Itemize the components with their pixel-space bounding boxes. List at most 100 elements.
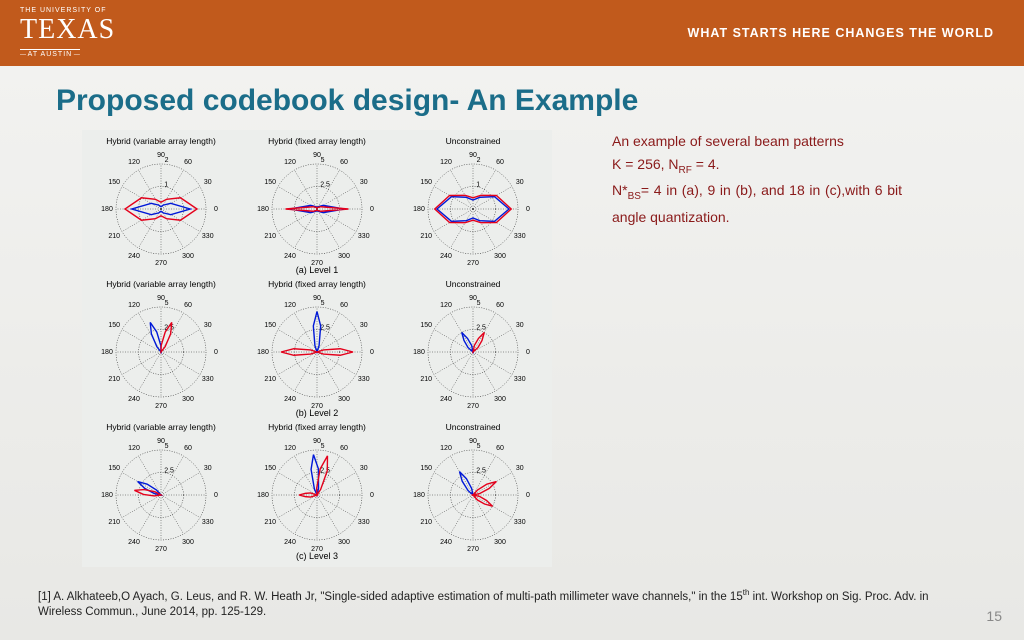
svg-text:0: 0: [370, 349, 374, 356]
svg-text:60: 60: [184, 445, 192, 452]
svg-text:210: 210: [264, 519, 276, 526]
ut-logo: THE UNIVERSITY OF TEXAS AT AUSTIN: [20, 7, 115, 60]
svg-text:150: 150: [420, 179, 432, 186]
svg-text:330: 330: [358, 519, 370, 526]
svg-text:30: 30: [516, 179, 524, 186]
svg-text:120: 120: [284, 159, 296, 166]
svg-text:270: 270: [155, 546, 167, 551]
svg-text:150: 150: [264, 322, 276, 329]
svg-text:150: 150: [108, 465, 120, 472]
note-l2sub: RF: [679, 165, 692, 176]
svg-text:270: 270: [467, 546, 479, 551]
svg-text:210: 210: [108, 233, 120, 240]
svg-text:120: 120: [440, 302, 452, 309]
figure-row: Hybrid (variable array length)3060901201…: [86, 279, 548, 408]
plot-title: Unconstrained: [398, 422, 548, 432]
svg-text:240: 240: [284, 253, 296, 260]
svg-text:30: 30: [516, 465, 524, 472]
svg-text:120: 120: [284, 445, 296, 452]
logo-line1: THE UNIVERSITY OF: [20, 7, 115, 14]
svg-text:180: 180: [413, 492, 425, 499]
plot-title: Hybrid (variable array length): [86, 136, 236, 146]
cite-pre: [1] A. Alkhateeb,O Ayach, G. Leus, and R…: [38, 591, 743, 603]
svg-text:2.5: 2.5: [164, 468, 174, 475]
svg-text:5: 5: [321, 157, 325, 164]
svg-text:330: 330: [514, 233, 526, 240]
svg-text:30: 30: [360, 465, 368, 472]
slide-header: THE UNIVERSITY OF TEXAS AT AUSTIN WHAT S…: [0, 0, 1024, 66]
svg-text:150: 150: [420, 465, 432, 472]
figure-row: Hybrid (variable array length)3060901201…: [86, 422, 548, 551]
svg-text:210: 210: [264, 376, 276, 383]
svg-text:120: 120: [128, 159, 140, 166]
svg-text:1: 1: [476, 182, 480, 189]
svg-text:5: 5: [165, 300, 169, 307]
svg-text:0: 0: [526, 492, 530, 499]
row-label: (c) Level 3: [86, 551, 548, 561]
svg-text:210: 210: [420, 376, 432, 383]
svg-text:60: 60: [340, 445, 348, 452]
note-l3sub: BS: [628, 191, 641, 202]
svg-text:330: 330: [358, 376, 370, 383]
citation: [1] A. Alkhateeb,O Ayach, G. Leus, and R…: [38, 588, 964, 620]
note-l2a: K = 256, N: [612, 156, 679, 172]
row-label: (a) Level 1: [86, 265, 548, 275]
svg-text:60: 60: [496, 302, 504, 309]
svg-text:2.5: 2.5: [476, 325, 486, 332]
polar-plot: Hybrid (fixed array length)3060901201501…: [242, 279, 392, 408]
svg-text:270: 270: [467, 260, 479, 265]
svg-text:240: 240: [128, 539, 140, 546]
svg-text:60: 60: [340, 159, 348, 166]
svg-text:120: 120: [440, 445, 452, 452]
svg-text:240: 240: [440, 253, 452, 260]
svg-text:300: 300: [338, 396, 350, 403]
polar-plot: Unconstrained306090120150180210240270300…: [398, 422, 548, 551]
svg-text:150: 150: [420, 322, 432, 329]
slide-title: Proposed codebook design- An Example: [56, 84, 1024, 118]
svg-text:180: 180: [413, 206, 425, 213]
plot-title: Unconstrained: [398, 279, 548, 289]
polar-plot: Hybrid (fixed array length)3060901201501…: [242, 136, 392, 265]
polar-plot: Hybrid (fixed array length)3060901201501…: [242, 422, 392, 551]
svg-text:30: 30: [204, 322, 212, 329]
svg-text:60: 60: [496, 159, 504, 166]
svg-text:210: 210: [108, 519, 120, 526]
svg-text:0: 0: [526, 349, 530, 356]
svg-text:240: 240: [128, 396, 140, 403]
plot-title: Hybrid (fixed array length): [242, 279, 392, 289]
svg-text:240: 240: [440, 396, 452, 403]
svg-text:150: 150: [108, 322, 120, 329]
note-l3b: = 4 in (a), 9 in (b), and 18 in (c),with…: [612, 182, 902, 224]
logo-line3: AT AUSTIN: [20, 49, 80, 58]
plot-title: Hybrid (fixed array length): [242, 136, 392, 146]
svg-text:5: 5: [321, 300, 325, 307]
svg-text:150: 150: [108, 179, 120, 186]
svg-text:120: 120: [128, 302, 140, 309]
svg-text:180: 180: [413, 349, 425, 356]
plot-title: Unconstrained: [398, 136, 548, 146]
page-number: 15: [986, 608, 1002, 624]
svg-text:210: 210: [264, 233, 276, 240]
svg-text:2.5: 2.5: [476, 468, 486, 475]
svg-text:30: 30: [204, 179, 212, 186]
logo-line2: TEXAS: [20, 16, 115, 44]
svg-text:240: 240: [440, 539, 452, 546]
svg-text:30: 30: [360, 179, 368, 186]
svg-text:5: 5: [165, 443, 169, 450]
note-l2b: = 4.: [692, 156, 720, 172]
svg-text:60: 60: [184, 159, 192, 166]
svg-text:0: 0: [370, 206, 374, 213]
polar-plot: Hybrid (variable array length)3060901201…: [86, 136, 236, 265]
svg-text:180: 180: [257, 206, 269, 213]
svg-text:240: 240: [284, 539, 296, 546]
svg-text:60: 60: [184, 302, 192, 309]
svg-text:2.5: 2.5: [320, 182, 330, 189]
svg-text:5: 5: [477, 443, 481, 450]
svg-text:0: 0: [526, 206, 530, 213]
svg-text:0: 0: [370, 492, 374, 499]
svg-text:330: 330: [202, 519, 214, 526]
svg-text:180: 180: [101, 492, 113, 499]
slide-content: Hybrid (variable array length)3060901201…: [0, 130, 1024, 567]
svg-text:330: 330: [514, 376, 526, 383]
svg-text:210: 210: [420, 233, 432, 240]
